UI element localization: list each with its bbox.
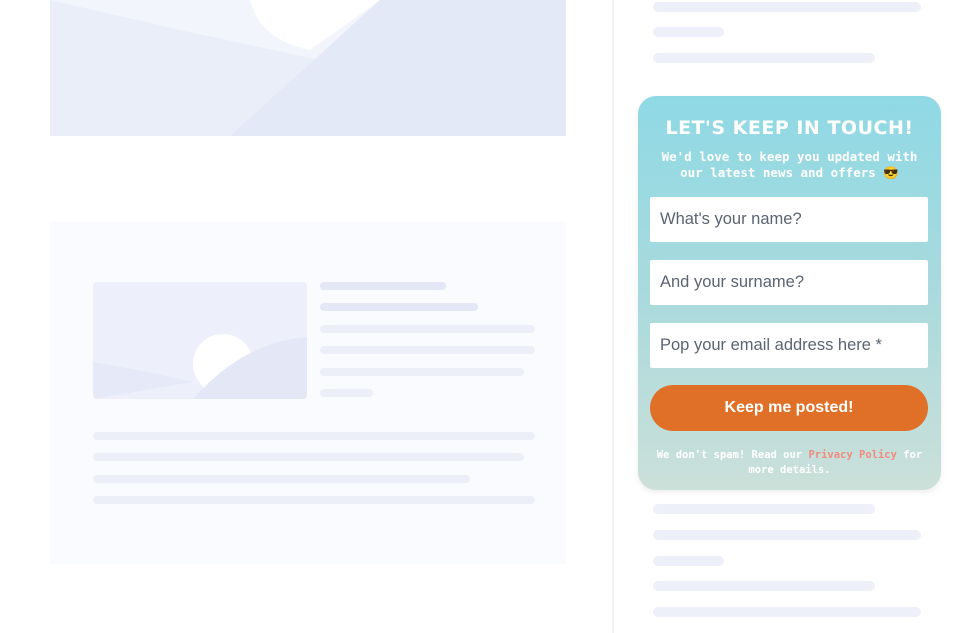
thumbnail-image-placeholder	[93, 282, 307, 399]
landscape-icon	[50, 0, 566, 136]
skeleton-line	[320, 389, 373, 397]
skeleton-line	[93, 496, 535, 504]
hero-image-placeholder	[50, 0, 566, 136]
sidebar-skeleton-line	[653, 504, 875, 514]
article-card-placeholder	[50, 222, 566, 564]
surname-field[interactable]: And your surname?	[650, 260, 928, 305]
skeleton-line	[93, 453, 524, 461]
sidebar-skeleton-line	[653, 27, 724, 37]
privacy-notice-prefix: We don't spam! Read our	[656, 449, 809, 461]
newsletter-signup-form: LET'S KEEP IN TOUCH! We'd love to keep y…	[638, 96, 941, 490]
skeleton-line	[320, 325, 535, 333]
email-field[interactable]: Pop your email address here *	[650, 323, 928, 368]
signup-title: LET'S KEEP IN TOUCH!	[665, 117, 914, 139]
sidebar-skeleton-line	[653, 607, 921, 617]
skeleton-line	[320, 368, 524, 376]
skeleton-line	[320, 282, 446, 290]
sidebar-skeleton-line	[653, 530, 921, 540]
column-divider	[612, 0, 614, 633]
privacy-notice: We don't spam! Read our Privacy Policy f…	[652, 448, 927, 478]
sunglasses-emoji-icon: 😎	[883, 165, 899, 180]
name-field[interactable]: What's your name?	[650, 197, 928, 242]
skeleton-line	[93, 475, 470, 483]
signup-subtitle-text: We'd love to keep you updated with our l…	[661, 149, 918, 180]
signup-subtitle: We'd love to keep you updated with our l…	[650, 149, 929, 181]
skeleton-line	[320, 346, 535, 354]
keep-me-posted-button[interactable]: Keep me posted!	[650, 385, 928, 431]
sidebar-skeleton-line	[653, 53, 875, 63]
image-icon	[93, 334, 307, 399]
skeleton-line	[93, 432, 535, 440]
sidebar-skeleton-line	[653, 556, 724, 566]
sidebar-skeleton-line	[653, 581, 875, 591]
privacy-policy-link[interactable]: Privacy Policy	[808, 449, 897, 461]
skeleton-line	[320, 303, 478, 311]
sidebar-skeleton-line	[653, 2, 921, 12]
